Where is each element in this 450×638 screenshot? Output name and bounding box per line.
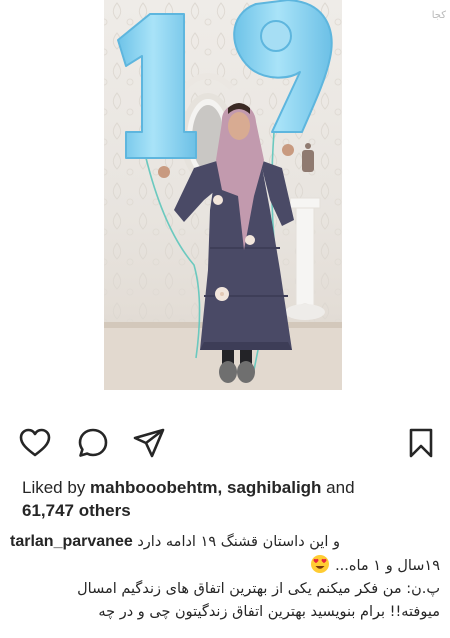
caption-line-2: ۱۹سال و ۱ ماه...	[10, 554, 440, 578]
caption-text-1: و این داستان قشنگ ۱۹ ادامه دارد	[137, 534, 340, 550]
comment-button[interactable]	[76, 426, 110, 460]
share-button[interactable]	[132, 426, 166, 460]
likes-prefix: Liked by	[22, 478, 91, 497]
likes-middle: and	[321, 478, 355, 497]
like-button[interactable]	[18, 426, 52, 460]
post-photo[interactable]	[104, 0, 342, 390]
photo-scene	[104, 0, 342, 390]
watermark-text: کجا	[431, 10, 446, 21]
liked-by-users[interactable]: mahbooobehtm, saghibaligh	[90, 478, 321, 497]
post-caption: tarlan_parvanee و این داستان قشنگ ۱۹ ادا…	[10, 530, 440, 624]
bookmark-icon	[409, 428, 433, 458]
caption-line-1: tarlan_parvanee و این داستان قشنگ ۱۹ ادا…	[10, 530, 440, 554]
comment-bubble-icon	[78, 428, 108, 457]
caption-line-4: میوفته!! برام بنویسید بهترین اتفاق زندگی…	[98, 604, 440, 620]
heart-eyes-emoji-icon	[311, 555, 330, 573]
likes-count[interactable]: 61,747 others	[22, 501, 131, 520]
caption-line-3: پ.ن: من فکر میکنم یکی از بهترین اتفاق ها…	[77, 581, 440, 597]
save-button[interactable]	[404, 426, 438, 460]
heart-icon	[19, 428, 51, 457]
likes-summary: Liked by mahbooobehtm, saghibaligh and 6…	[22, 476, 442, 522]
paper-plane-icon	[133, 428, 165, 458]
post-media[interactable]: کجا	[0, 0, 450, 408]
caption-username[interactable]: tarlan_parvanee	[10, 533, 133, 550]
post-action-bar	[0, 420, 450, 464]
caption-text-2: ۱۹سال و ۱ ماه...	[335, 558, 440, 574]
